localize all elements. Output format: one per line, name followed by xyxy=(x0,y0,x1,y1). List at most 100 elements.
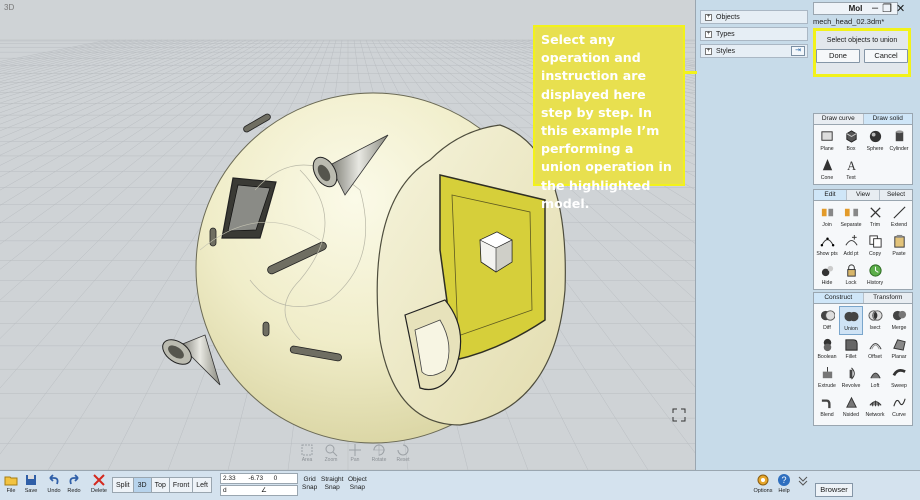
tool-label: Nsided xyxy=(842,412,860,418)
boolean-tool-button[interactable]: Boolean xyxy=(815,335,839,364)
coord-y[interactable]: -6.73 xyxy=(246,474,271,483)
help-label: Help xyxy=(778,488,790,494)
coordinate-input[interactable]: 2.33 -6.73 0 d ∠ xyxy=(220,473,298,496)
tool-label: Diff xyxy=(823,325,831,331)
cancel-button[interactable]: Cancel xyxy=(864,49,908,63)
expand-icon[interactable]: + xyxy=(705,30,712,38)
undo-button[interactable]: Undo xyxy=(43,473,65,494)
hide-tool-button[interactable]: Hide xyxy=(815,261,839,290)
redo-button[interactable]: Redo xyxy=(63,473,85,494)
add-pt-tool-button[interactable]: Add pt xyxy=(839,232,863,261)
zoom-icon xyxy=(325,444,338,457)
merge-tool-button[interactable]: Merge xyxy=(887,306,911,335)
nav-area-button[interactable]: Area xyxy=(297,443,317,463)
paste-icon xyxy=(893,234,905,248)
separate-tool-button[interactable]: Separate xyxy=(839,203,863,232)
extrude-icon xyxy=(822,366,832,379)
cone-tool-button[interactable]: Cone xyxy=(815,156,839,185)
file-button[interactable]: File xyxy=(0,473,22,494)
view-tab-3d[interactable]: 3D xyxy=(132,477,151,493)
styles-menu-arrow-icon[interactable]: ⇥ xyxy=(791,46,805,56)
draw-tab-draw-curve[interactable]: Draw curve xyxy=(814,114,864,124)
sweep-icon xyxy=(892,368,906,377)
grid-snap-toggle[interactable]: Grid Snap xyxy=(302,476,317,492)
sweep-tool-button[interactable]: Sweep xyxy=(887,364,911,393)
save-button[interactable]: Save xyxy=(20,473,42,494)
construct-tab-construct[interactable]: Construct xyxy=(814,293,864,303)
scene-browser-styles[interactable]: + Styles ⇥ xyxy=(700,44,808,58)
done-button[interactable]: Done xyxy=(816,49,860,63)
xyz-coordinate-row[interactable]: 2.33 -6.73 0 xyxy=(220,473,298,484)
nav-rotate-button[interactable]: Rotate xyxy=(369,443,389,463)
boolean-icon xyxy=(823,338,831,352)
offset-tool-button[interactable]: Offset xyxy=(863,335,887,364)
view-tab-front[interactable]: Front xyxy=(168,477,193,493)
options-button[interactable]: Options xyxy=(752,473,774,494)
nav-pan-button[interactable]: Pan xyxy=(345,443,365,463)
copy-tool-button[interactable]: Copy xyxy=(863,232,887,261)
minimize-icon[interactable]: – xyxy=(872,2,878,15)
fillet-tool-button[interactable]: Fillet xyxy=(839,335,863,364)
join-tool-button[interactable]: Join xyxy=(815,203,839,232)
tool-label: Revolve xyxy=(841,383,861,389)
view-tab-left[interactable]: Left xyxy=(192,477,212,493)
expand-icon[interactable]: + xyxy=(705,47,712,55)
isect-tool-button[interactable]: Isect xyxy=(863,306,887,335)
cylinder-tool-button[interactable]: Cylinder xyxy=(887,127,911,156)
history-tool-button[interactable]: History xyxy=(863,261,887,290)
network-tool-button[interactable]: Network xyxy=(863,393,887,422)
edit-tab-select[interactable]: Select xyxy=(880,190,912,200)
draw-tab-draw-solid[interactable]: Draw solid xyxy=(863,114,912,124)
construct-tab-transform[interactable]: Transform xyxy=(863,293,912,303)
tool-label: Planar xyxy=(891,354,907,360)
button-label: File xyxy=(6,488,16,494)
tool-label: Paste xyxy=(892,251,906,257)
browser-button[interactable]: Browser xyxy=(815,483,853,497)
edit-tab-edit[interactable]: Edit xyxy=(814,190,847,200)
extrude-tool-button[interactable]: Extrude xyxy=(815,364,839,393)
object-snap-toggle[interactable]: Object Snap xyxy=(348,476,367,492)
undo-icon xyxy=(49,474,59,485)
viewport-corner-target-icon[interactable] xyxy=(672,408,686,422)
view-tab-split[interactable]: Split xyxy=(112,477,133,493)
extend-tool-button[interactable]: Extend xyxy=(887,203,911,232)
box-tool-button[interactable]: Box xyxy=(839,127,863,156)
scene-browser-types[interactable]: + Types xyxy=(700,27,808,41)
close-icon[interactable]: ✕ xyxy=(896,2,905,15)
straight-snap-toggle[interactable]: Straight Snap xyxy=(321,476,343,492)
scene-browser-objects[interactable]: + Objects xyxy=(700,10,808,24)
union-tool-button[interactable]: Union xyxy=(839,306,863,335)
delete-button[interactable]: Delete xyxy=(88,473,110,494)
text-tool-button[interactable]: A Text xyxy=(839,156,863,185)
blend-tool-button[interactable]: Blend xyxy=(815,393,839,422)
angle-label[interactable]: ∠ xyxy=(259,486,297,495)
coord-z[interactable]: 0 xyxy=(272,474,297,483)
trim-tool-button[interactable]: Trim xyxy=(863,203,887,232)
nsided-tool-button[interactable]: Nsided xyxy=(839,393,863,422)
nav-reset-button[interactable]: Reset xyxy=(393,443,413,463)
expand-icon[interactable]: + xyxy=(705,13,712,21)
loft-tool-button[interactable]: Loft xyxy=(863,364,887,393)
curve-tool-button[interactable]: Curve xyxy=(887,393,911,422)
boolean-union-icon xyxy=(843,311,859,322)
reset-icon xyxy=(397,444,409,456)
tool-label: Separate xyxy=(840,222,862,228)
edit-tab-view[interactable]: View xyxy=(847,190,880,200)
view-tab-top[interactable]: Top xyxy=(150,477,169,493)
revolve-tool-button[interactable]: Revolve xyxy=(839,364,863,393)
plane-tool-button[interactable]: Plane xyxy=(815,127,839,156)
distance-angle-row[interactable]: d ∠ xyxy=(220,485,298,496)
show-pts-tool-button[interactable]: Show pts xyxy=(815,232,839,261)
paste-tool-button[interactable]: Paste xyxy=(887,232,911,261)
planar-tool-button[interactable]: Planar xyxy=(887,335,911,364)
collapse-chevron[interactable] xyxy=(792,473,814,488)
coord-x[interactable]: 2.33 xyxy=(221,474,246,483)
maximize-icon[interactable]: ❐ xyxy=(882,2,892,15)
distance-label[interactable]: d xyxy=(221,486,259,495)
tool-label: Add pt xyxy=(843,251,859,257)
lock-tool-button[interactable]: Lock xyxy=(839,261,863,290)
copy-icon xyxy=(868,235,882,248)
nav-zoom-button[interactable]: Zoom xyxy=(321,443,341,463)
sphere-tool-button[interactable]: Sphere xyxy=(863,127,887,156)
diff-tool-button[interactable]: Diff xyxy=(815,306,839,335)
